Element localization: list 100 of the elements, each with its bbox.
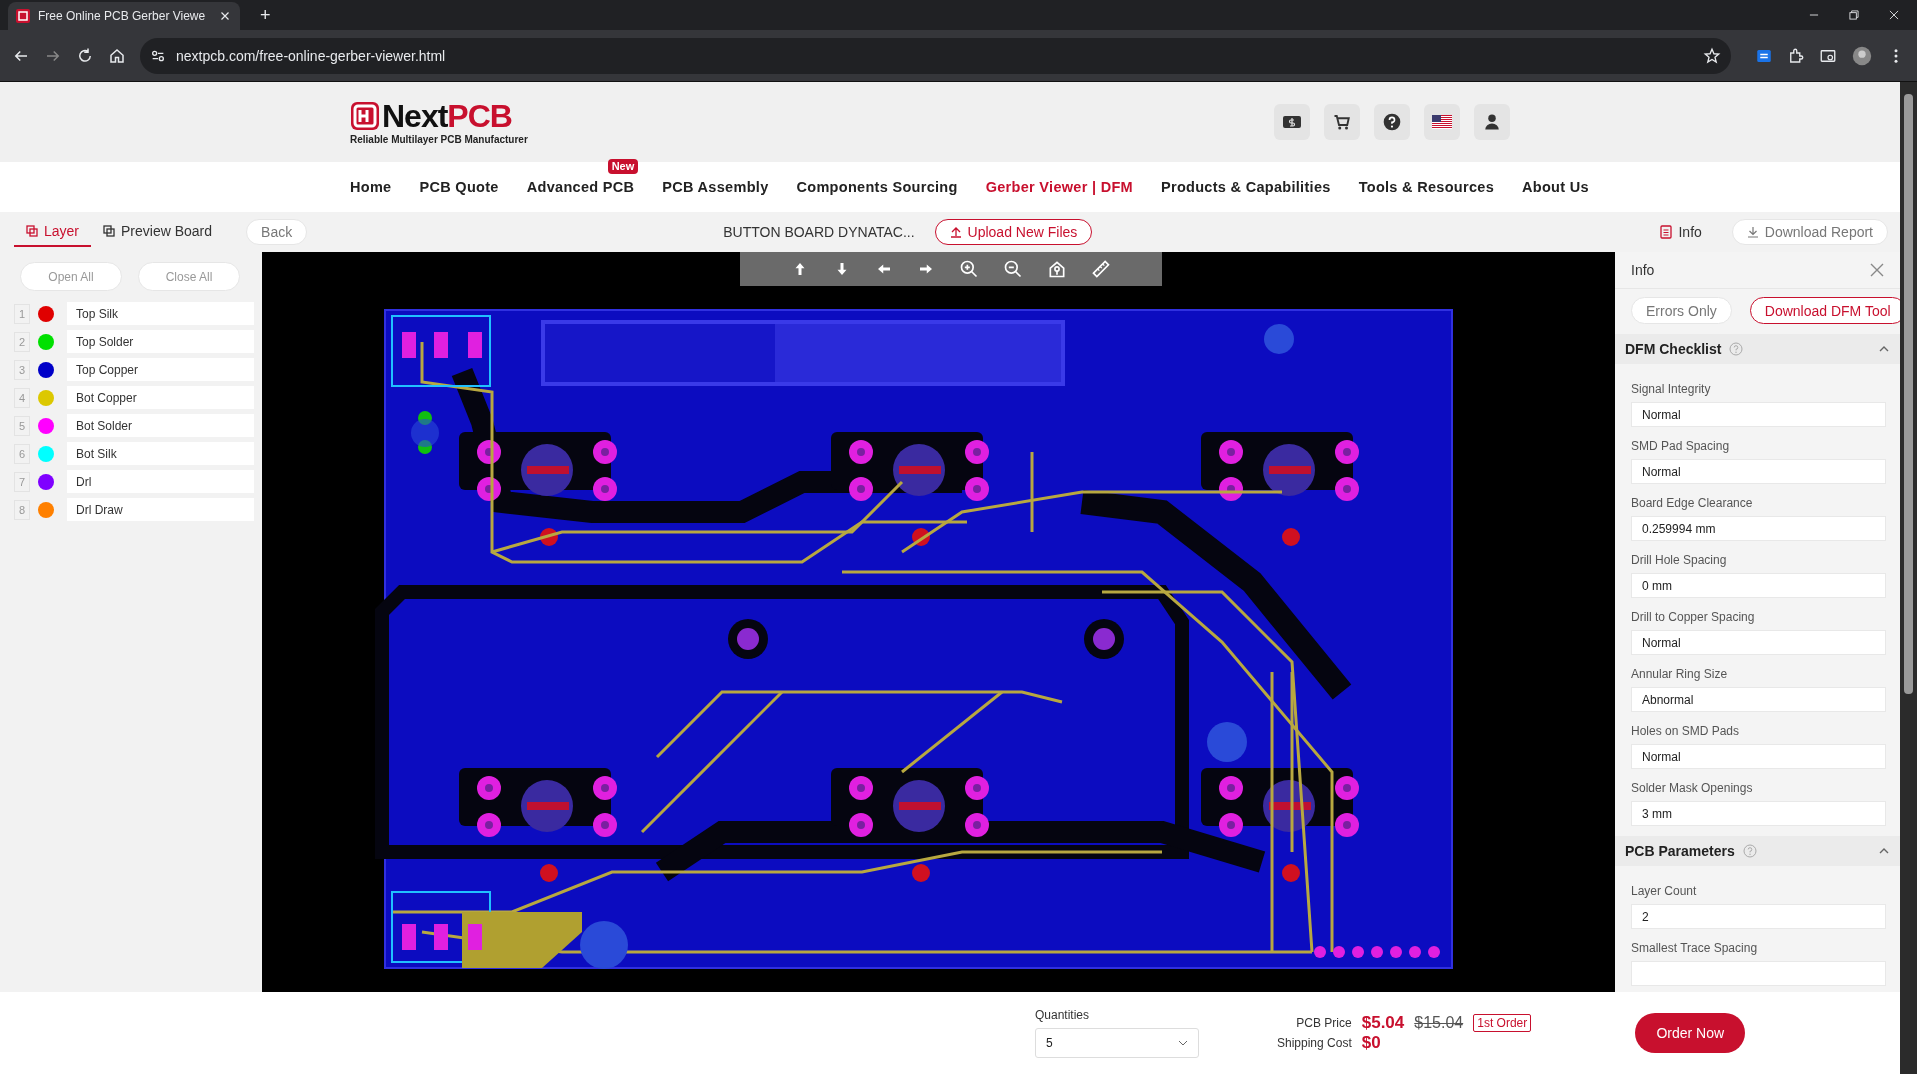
value-field[interactable]: 3 mm [1631, 801, 1886, 827]
value-field[interactable]: Abnormal [1631, 687, 1886, 713]
layer-item[interactable]: Top Silk [67, 302, 254, 325]
layer-item[interactable]: Bot Solder [67, 414, 254, 437]
nav-link[interactable]: Components Sourcing [796, 175, 958, 199]
value-field[interactable]: 2 [1631, 904, 1886, 929]
layers-icon [103, 225, 116, 237]
nav-link[interactable]: Gerber Viewer | DFM [985, 175, 1133, 199]
layer-number: 3 [14, 359, 30, 380]
errors-only-button[interactable]: Errors Only [1631, 297, 1732, 325]
value-field[interactable]: Normal [1631, 744, 1886, 770]
field-label: Signal Integrity [1631, 382, 1712, 397]
help-icon [1729, 342, 1744, 357]
address-bar[interactable]: nextpcb.com/free-online-gerber-viewer.html [140, 37, 1731, 74]
layer-item[interactable]: Top Solder [67, 330, 254, 353]
file-name: BUTTON BOARD DYNATAC... [723, 224, 915, 240]
layer-number: 6 [14, 443, 30, 464]
nav-link[interactable]: Home [350, 175, 392, 199]
close-icon [1870, 263, 1884, 278]
field-label: Smallest Trace Spacing [1631, 941, 1759, 955]
language-button[interactable] [1424, 104, 1460, 140]
scrollbar[interactable] [1900, 82, 1917, 1074]
layer-number: 4 [14, 387, 30, 408]
section-header[interactable]: DFM Checklist [1615, 334, 1900, 365]
nav-link[interactable]: Advanced PCB [526, 175, 635, 199]
download-icon [1746, 226, 1759, 238]
pcb-price: $5.04 [1361, 1013, 1405, 1033]
field-label: Annular Ring Size [1631, 667, 1729, 682]
info-tab[interactable]: Info [1654, 223, 1708, 241]
panel-title: Info [1631, 262, 1655, 279]
profile-avatar-icon[interactable] [1851, 44, 1873, 67]
value-field[interactable]: 0.259994 mm [1631, 516, 1886, 542]
nav-link[interactable]: PCB Assembly [662, 175, 769, 199]
layer-item[interactable]: Bot Silk [67, 442, 254, 465]
nav-link[interactable]: PCB Quote [419, 175, 499, 199]
chevron-down-icon [1178, 1040, 1188, 1046]
restore-icon[interactable] [1847, 8, 1861, 22]
logo-tagline: Reliable Multilayer PCB Manufacturer [350, 133, 528, 145]
user-icon [1483, 113, 1501, 131]
download-report-button[interactable]: Download Report [1731, 219, 1888, 245]
nav-link[interactable]: About Us [1522, 175, 1589, 199]
value-field[interactable]: Normal [1631, 630, 1886, 656]
field-label: Drill Hole Spacing [1631, 553, 1728, 568]
panel-tab[interactable]: Layer [14, 217, 92, 247]
ruler-icon[interactable] [1091, 259, 1111, 279]
field-label: Board Edge Clearance [1631, 496, 1754, 511]
close-icon[interactable] [1887, 8, 1901, 22]
layer-number: 1 [14, 303, 30, 324]
layer-number: 8 [14, 499, 30, 520]
old-price: $15.04 [1414, 1014, 1464, 1032]
back-button[interactable]: Back [246, 219, 308, 245]
layer-item[interactable]: Drl Draw [67, 498, 254, 521]
upload-button[interactable]: Upload New Files [934, 219, 1093, 245]
home-icon[interactable] [1047, 259, 1067, 279]
layers-icon [26, 225, 38, 237]
quantity-select[interactable]: 5 [1035, 1028, 1199, 1058]
layer-item[interactable]: Bot Copper [67, 386, 254, 409]
help-icon [1742, 844, 1757, 859]
field-label: Holes on SMD Pads [1631, 724, 1741, 739]
browser-tab[interactable]: Free Online PCB Gerber Viewe [8, 2, 240, 30]
reload-icon[interactable] [76, 46, 94, 65]
panel-tab[interactable]: Preview Board [91, 217, 225, 247]
value-field[interactable]: Normal [1631, 402, 1886, 428]
field-label: Drill to Copper Spacing [1631, 610, 1756, 625]
upload-icon [949, 226, 962, 238]
field-label: SMD Pad Spacing [1631, 439, 1731, 454]
zoom-in-icon[interactable] [959, 259, 979, 279]
section-header[interactable]: PCB Parameters [1615, 836, 1900, 866]
help-icon [1382, 112, 1402, 132]
value-field[interactable]: Normal [1631, 459, 1886, 485]
cart-button[interactable] [1324, 104, 1360, 140]
help-button[interactable] [1374, 104, 1410, 140]
zoom-out-icon[interactable] [1003, 259, 1023, 279]
account-button[interactable] [1474, 104, 1510, 140]
layer-item[interactable]: Drl [67, 470, 254, 493]
cart-icon [1333, 113, 1351, 131]
price-label: PCB Price [1295, 1016, 1352, 1030]
new-badge: New [607, 159, 639, 174]
section-title: DFM Checklist [1625, 341, 1722, 358]
close-button[interactable] [1870, 263, 1884, 278]
shipping-label: Shipping Cost [1277, 1036, 1352, 1050]
home-icon[interactable] [108, 46, 126, 65]
star-icon[interactable] [1703, 46, 1721, 65]
logo-wordmark[interactable]: NextPCB [382, 99, 512, 132]
order-now-button[interactable]: Order Now [1635, 1013, 1746, 1053]
layer-number: 7 [14, 471, 30, 492]
layer-number: 5 [14, 415, 30, 436]
puzzle-icon[interactable] [1787, 46, 1805, 65]
field-label: Layer Count [1631, 884, 1698, 898]
value-field[interactable]: 0 mm [1631, 573, 1886, 599]
coupon-button[interactable] [1274, 104, 1310, 140]
site-favicon-icon [16, 9, 30, 23]
download-tool-button[interactable]: Download DFM Tool [1749, 297, 1900, 325]
nav-link[interactable]: Tools & Resources [1358, 175, 1494, 199]
layer-item[interactable]: Top Copper [67, 358, 254, 381]
logo-icon [350, 100, 380, 131]
section-title: PCB Parameters [1625, 843, 1735, 860]
new-tab-button[interactable]: + [254, 4, 277, 27]
nav-link[interactable]: Products & Capabilities [1160, 175, 1331, 199]
dollar-bill-icon [1282, 114, 1302, 130]
